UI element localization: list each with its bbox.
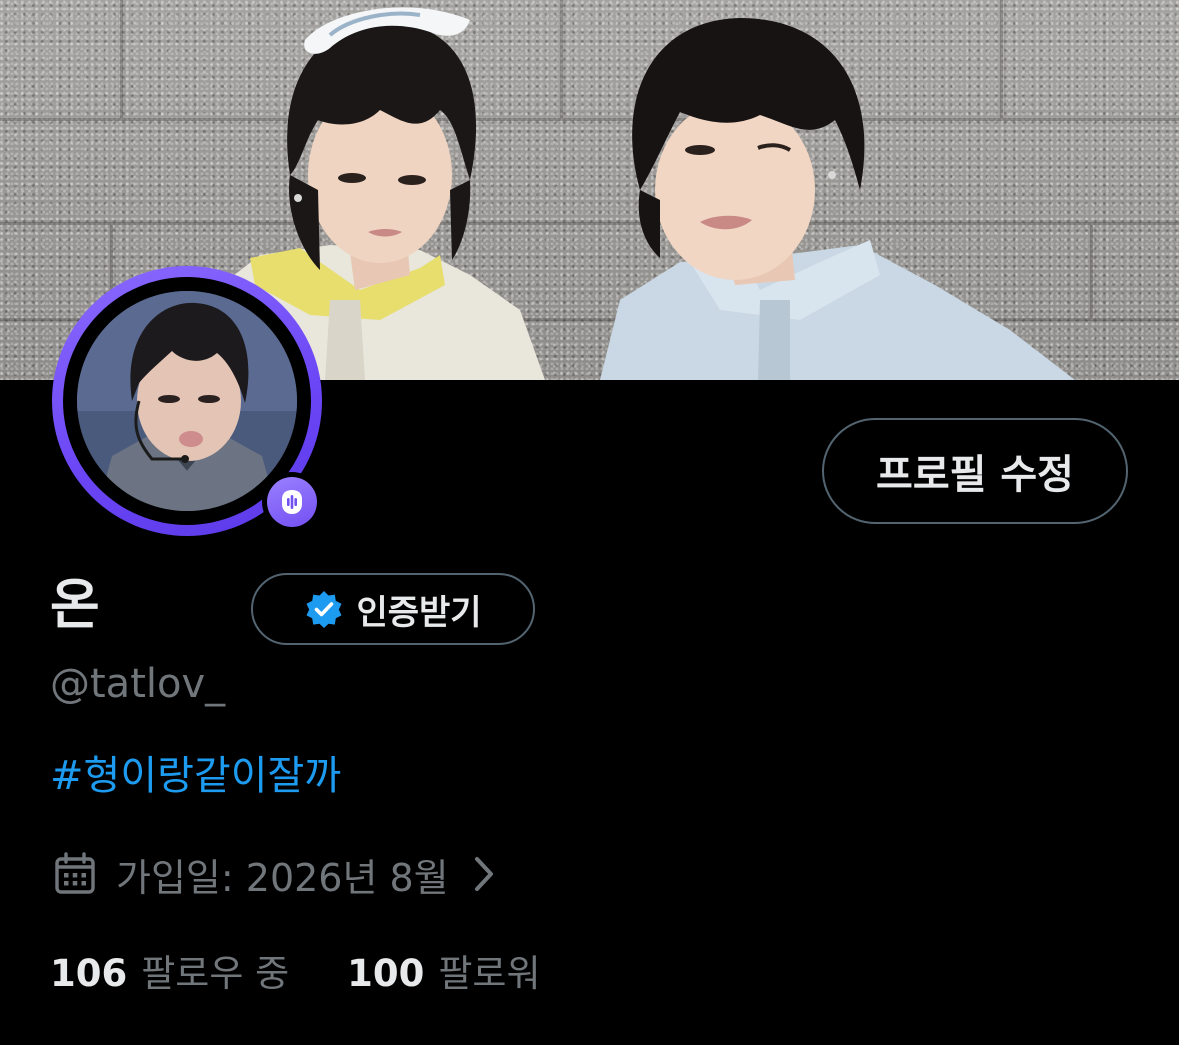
follow-stats: 106 팔로우 중 100 팔로워 bbox=[50, 942, 541, 998]
edit-profile-button[interactable]: 프로필 수정 bbox=[822, 418, 1128, 524]
spaces-badge[interactable] bbox=[262, 472, 322, 532]
avatar-photo bbox=[77, 291, 297, 511]
user-handle: @tatlov_ bbox=[50, 661, 226, 707]
avatar[interactable] bbox=[52, 266, 322, 536]
followers-label: 팔로워 bbox=[438, 952, 541, 995]
bio-hashtag-link[interactable]: #형이랑같이잘까 bbox=[50, 748, 341, 804]
following-count: 106 bbox=[50, 952, 128, 995]
followers-link[interactable]: 100 팔로워 bbox=[347, 943, 540, 997]
chevron-right-icon bbox=[474, 857, 493, 891]
followers-count: 100 bbox=[347, 952, 425, 995]
following-label: 팔로우 중 bbox=[141, 952, 290, 995]
get-verified-label: 인증받기 bbox=[356, 592, 482, 633]
get-verified-button[interactable]: 인증받기 bbox=[251, 573, 535, 645]
profile-page: 프로필 수정 온 인증받기 @tatlov_ #형이랑같이잘까 가입일: 202… bbox=[0, 0, 1179, 1045]
join-date: 가입일: 2026년 8월 bbox=[116, 855, 449, 900]
calendar-icon bbox=[55, 852, 95, 894]
spaces-mic-icon bbox=[282, 490, 302, 514]
following-link[interactable]: 106 팔로우 중 bbox=[50, 943, 289, 997]
join-date-row[interactable]: 가입일: 2026년 8월 bbox=[52, 846, 497, 902]
display-name: 온 bbox=[50, 573, 100, 636]
verified-badge-icon bbox=[306, 591, 342, 628]
